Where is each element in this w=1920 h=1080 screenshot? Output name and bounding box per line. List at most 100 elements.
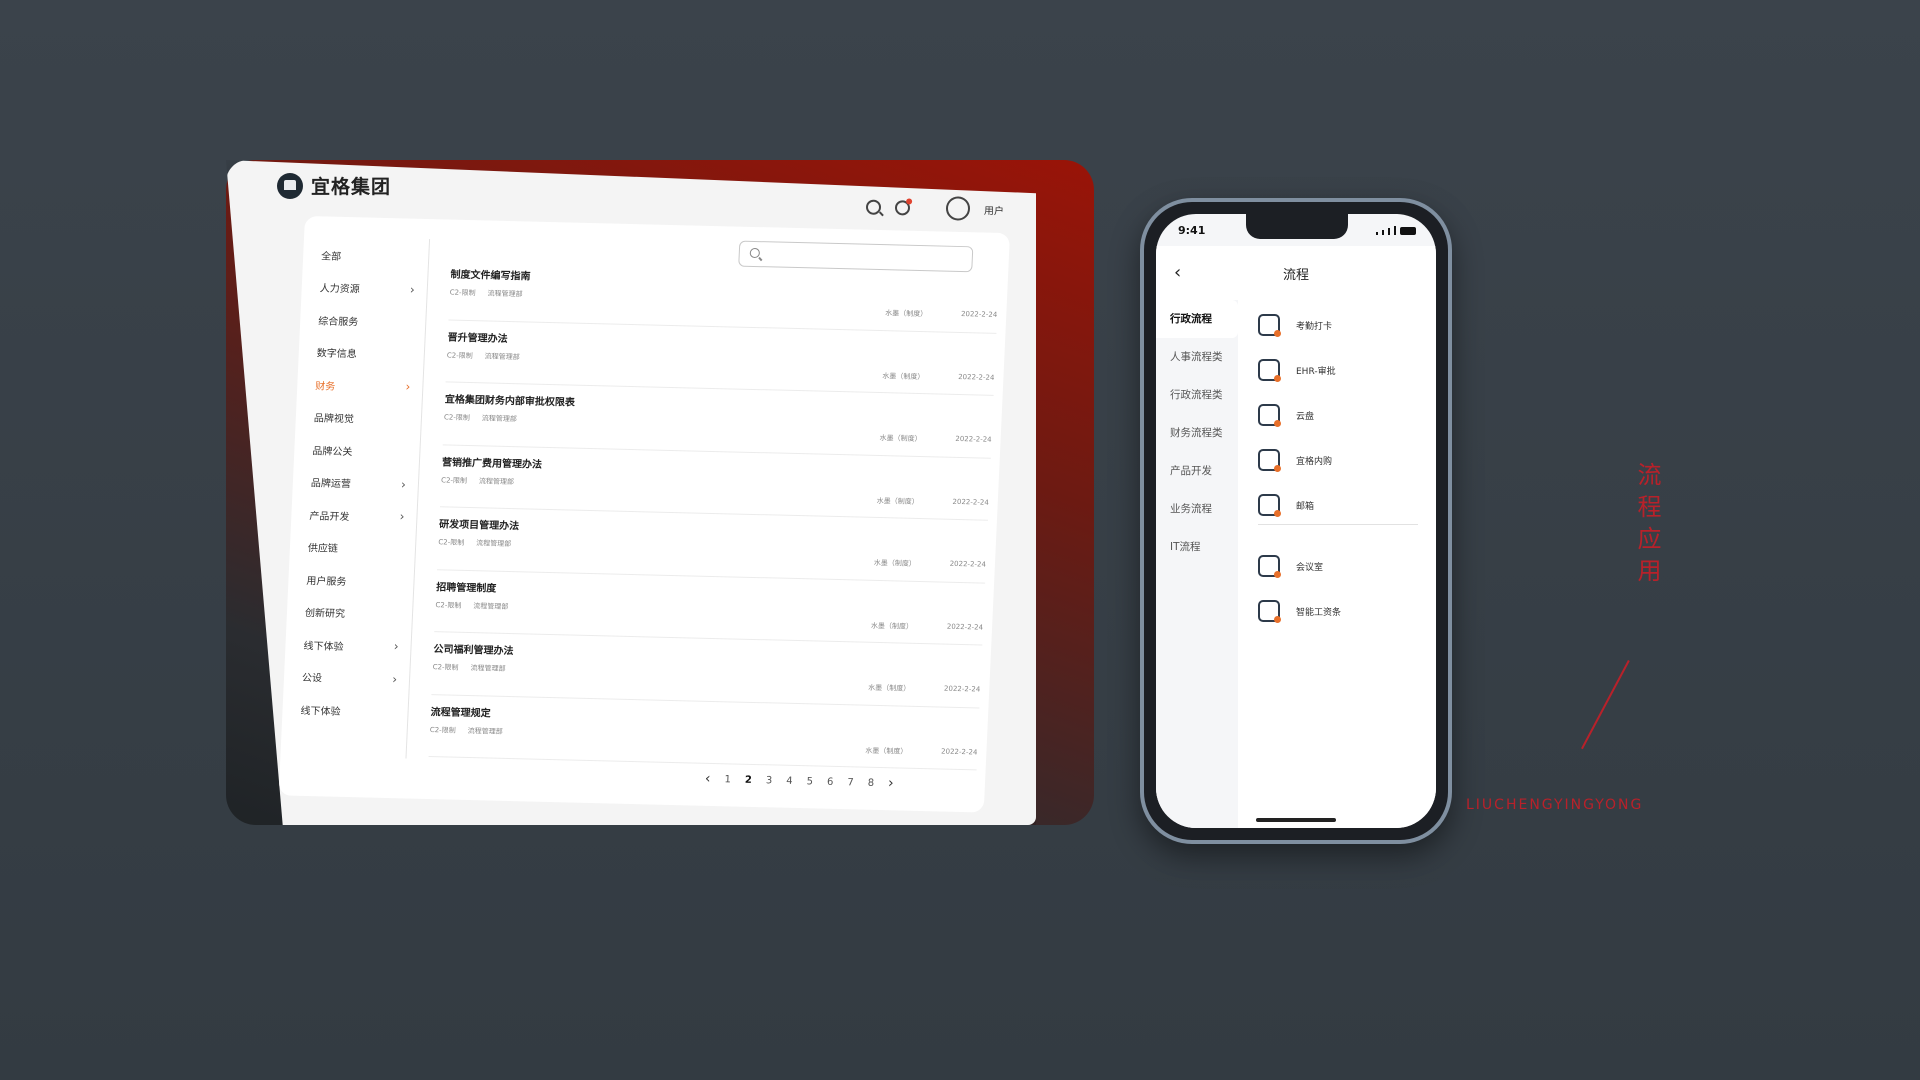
avatar[interactable] — [945, 196, 971, 221]
document-date: 2022-2-24 — [943, 684, 981, 694]
app-item[interactable]: 宜格内购 — [1258, 449, 1332, 472]
document-author: 水墨（制度） — [885, 309, 928, 319]
app-item[interactable]: 云盘 — [1258, 404, 1315, 427]
app-item[interactable]: 邮箱 — [1258, 494, 1315, 517]
app-item[interactable]: EHR-审批 — [1258, 359, 1336, 382]
document-title[interactable]: 宜格集团财务内部审批权限表 — [445, 390, 576, 408]
caption-pinyin: LIUCHENGYINGYONG — [1466, 797, 1644, 813]
status-time: 9:41 — [1178, 224, 1206, 237]
document-title[interactable]: 制度文件编写指南 — [450, 266, 531, 283]
sidebar-item-label: 品牌运营 — [310, 478, 352, 491]
search-icon[interactable] — [865, 199, 882, 215]
icon-accent — [1274, 465, 1281, 472]
document-title[interactable]: 研发项目管理办法 — [439, 515, 520, 532]
content-panel: 全部 人力资源 › 综合服务数字信息财务 › 品牌视觉 品牌公关品牌运营 › 产品开发 › 供应链用… — [278, 216, 1010, 813]
icon-accent — [1274, 510, 1281, 517]
sidebar-item[interactable]: 用户服务 — [288, 563, 414, 599]
document-code: C2-限制 — [443, 413, 471, 423]
category-item[interactable]: IT流程 — [1156, 528, 1238, 566]
cloud-icon — [1258, 404, 1281, 427]
document-dept: 流程管理部 — [473, 601, 509, 611]
notification-icon[interactable] — [894, 199, 911, 215]
clipboard-icon — [1258, 359, 1281, 382]
document-dept: 流程管理部 — [478, 476, 515, 486]
caption-slash — [1581, 660, 1630, 750]
document-date: 2022-2-24 — [958, 372, 995, 382]
phone-notch — [1246, 214, 1348, 239]
category-item[interactable]: 行政流程 — [1156, 300, 1238, 338]
chevron-right-icon: › — [405, 379, 411, 394]
app-label: 云盘 — [1296, 411, 1315, 422]
document-author: 水墨（制度） — [882, 371, 925, 381]
document-code: C2-限制 — [432, 663, 459, 672]
sidebar-item[interactable]: 产品开发 › — [291, 498, 417, 534]
sidebar-item-label: 用户服务 — [306, 575, 347, 588]
document-code: C2-限制 — [438, 538, 465, 547]
page-number[interactable]: 6 — [827, 776, 834, 787]
user-name[interactable]: 用户 — [984, 202, 1004, 217]
app-divider — [1258, 524, 1418, 525]
app-item[interactable]: 考勤打卡 — [1258, 314, 1332, 337]
page-number[interactable]: 8 — [867, 777, 874, 788]
document-date: 2022-2-24 — [940, 747, 978, 756]
icon-accent — [1274, 571, 1281, 578]
nav-bar: ‹ 流程 — [1156, 246, 1436, 300]
document-title[interactable]: 流程管理规定 — [430, 703, 491, 719]
category-item[interactable]: 产品开发 — [1156, 452, 1238, 490]
app-list: 考勤打卡 EHR-审批云盘宜格内购邮箱会议室智能工资条 — [1238, 300, 1436, 828]
document-meta: C2-限制 流程管理部 — [447, 350, 520, 362]
page-number[interactable]: 5 — [806, 776, 813, 787]
page-number[interactable]: 4 — [786, 775, 793, 786]
status-icons — [1376, 226, 1416, 235]
next-page-icon[interactable]: › — [888, 775, 894, 791]
icon-accent — [1274, 616, 1281, 623]
category-item[interactable]: 行政流程类 — [1156, 376, 1238, 414]
sidebar-item[interactable]: 品牌运营 › — [292, 465, 418, 501]
category-item[interactable]: 财务流程类 — [1156, 414, 1238, 452]
sidebar-item-label: 线下体验 — [303, 640, 344, 653]
sidebar-item-label: 数字信息 — [316, 348, 357, 361]
phone-screen: 9:41 ‹ 流程 行政流程 人事流程类 行政流程类 财务流程类 产品开发 业务流程 IT流… — [1156, 214, 1436, 828]
document-dept: 流程管理部 — [476, 539, 512, 549]
page-number[interactable]: 7 — [847, 777, 854, 788]
sidebar-item[interactable]: 财务 › — [297, 368, 423, 404]
document-author: 水墨（制度） — [870, 621, 914, 631]
prev-page-icon[interactable]: ‹ — [705, 771, 711, 787]
money-bag-icon — [1258, 600, 1281, 623]
brand[interactable]: 宜格集团 — [277, 172, 391, 199]
chevron-right-icon: › — [400, 477, 407, 492]
page-number[interactable]: 2 — [745, 774, 752, 785]
sidebar-item[interactable]: 线下体验 › — [285, 628, 411, 664]
app-item[interactable]: 智能工资条 — [1258, 600, 1341, 623]
sidebar-item[interactable]: 人力资源 › — [301, 270, 427, 306]
battery-icon — [1400, 227, 1416, 235]
document-row[interactable]: 流程管理规定 C2-限制 流程管理部 水墨（制度） 2022-2-24 — [428, 694, 980, 771]
page-number[interactable]: 3 — [766, 775, 773, 786]
sidebar-item[interactable]: 品牌视觉 — [295, 400, 421, 436]
document-meta: C2-限制 流程管理部 — [435, 600, 508, 612]
app-label: 邮箱 — [1296, 501, 1315, 512]
document-title[interactable]: 晋升管理办法 — [447, 328, 508, 344]
document-code: C2-限制 — [446, 350, 473, 360]
document-meta: C2-限制 流程管理部 — [430, 725, 503, 737]
top-toolbar: 用户 — [865, 195, 1004, 222]
app-item[interactable]: 会议室 — [1258, 555, 1323, 578]
sidebar-item-label: 供应链 — [307, 543, 339, 556]
sidebar-item[interactable]: 供应链 — [289, 530, 415, 566]
category-item[interactable]: 人事流程类 — [1156, 338, 1238, 376]
sidebar-item[interactable]: 创新研究 — [286, 595, 412, 631]
sidebar-item[interactable]: 全部 — [303, 238, 429, 274]
category-item[interactable]: 业务流程 — [1156, 490, 1238, 528]
sidebar-item[interactable]: 数字信息 — [298, 335, 424, 371]
signal-bar — [1394, 226, 1396, 235]
page-number[interactable]: 1 — [724, 774, 731, 785]
sidebar-item[interactable]: 公设 › — [283, 660, 409, 696]
sidebar-item-label: 线下体验 — [300, 705, 341, 718]
sidebar-item[interactable]: 线下体验 — [282, 692, 408, 728]
sidebar-item[interactable]: 综合服务 — [300, 303, 426, 339]
document-title[interactable]: 公司福利管理办法 — [433, 640, 514, 657]
document-dept: 流程管理部 — [470, 664, 506, 673]
document-title[interactable]: 营销推广费用管理办法 — [442, 453, 543, 470]
sidebar-item[interactable]: 品牌公关 — [294, 433, 420, 469]
document-title[interactable]: 招聘管理制度 — [436, 578, 497, 594]
